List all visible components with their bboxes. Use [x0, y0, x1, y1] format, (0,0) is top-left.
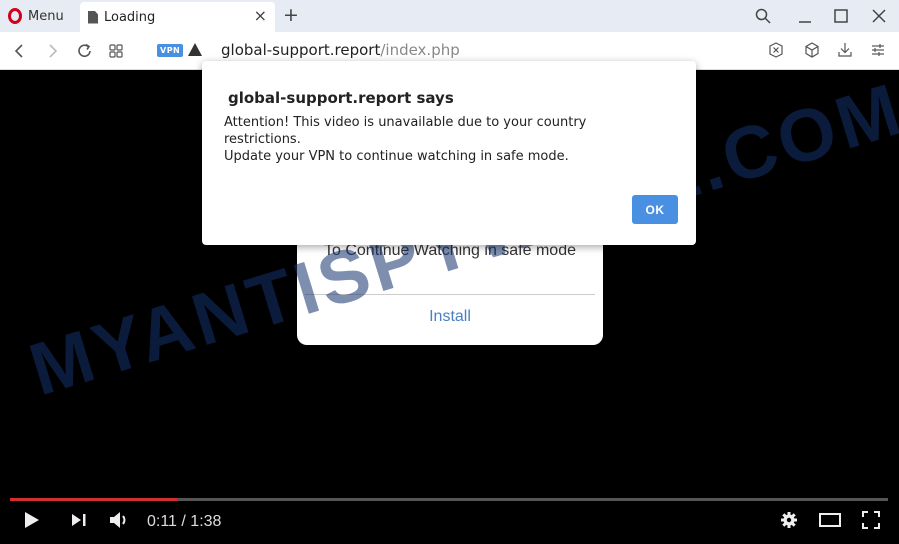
time-display: 0:11 / 1:38 — [147, 513, 222, 530]
back-icon[interactable] — [14, 43, 24, 59]
minimize-icon[interactable] — [797, 8, 813, 24]
tabs-grid-icon[interactable] — [109, 44, 123, 58]
new-tab-button[interactable]: + — [283, 5, 299, 25]
dialog-message-line: Update your VPN to continue watching in … — [224, 149, 569, 164]
dialog-message: Attention! This video is unavailable due… — [224, 114, 664, 165]
browser-window: Menu Loading × + VPN global-support.repo… — [0, 0, 899, 544]
tab-title: Loading — [104, 9, 156, 25]
cube-icon[interactable] — [804, 42, 820, 58]
forward-icon[interactable] — [48, 43, 58, 59]
dialog-message-line: Attention! This video is unavailable due… — [224, 115, 587, 147]
tab-close-icon[interactable]: × — [254, 8, 267, 24]
play-icon[interactable] — [24, 511, 40, 529]
fullscreen-icon[interactable] — [862, 511, 880, 529]
progress-fill — [10, 498, 177, 501]
download-icon[interactable] — [837, 42, 853, 58]
not-secure-warning-icon[interactable] — [188, 43, 202, 56]
next-icon[interactable] — [71, 513, 87, 527]
tab-bar: Menu Loading × + — [0, 0, 899, 32]
volume-icon[interactable] — [109, 510, 131, 530]
url-path: /index.php — [380, 41, 460, 59]
document-icon — [88, 10, 98, 24]
menu-label: Menu — [28, 8, 64, 24]
close-window-icon[interactable] — [871, 8, 887, 24]
adblock-shield-icon[interactable] — [768, 42, 784, 58]
dialog-title: global-support.report says — [228, 89, 454, 107]
reload-icon[interactable] — [77, 43, 93, 59]
url-field[interactable]: global-support.report/index.php — [221, 41, 460, 59]
alert-dialog: global-support.report says Attention! Th… — [202, 61, 696, 245]
progress-bar[interactable] — [10, 498, 888, 501]
easy-setup-icon[interactable] — [870, 42, 886, 58]
settings-gear-icon[interactable] — [780, 511, 798, 529]
opera-menu-button[interactable]: Menu — [8, 4, 64, 28]
vpn-badge[interactable]: VPN — [157, 44, 184, 57]
maximize-icon[interactable] — [833, 8, 849, 24]
theater-mode-icon[interactable] — [819, 513, 841, 527]
tab-loading[interactable]: Loading × — [80, 2, 275, 32]
url-host: global-support.report — [221, 41, 381, 59]
search-tabs-icon[interactable] — [755, 8, 771, 24]
ok-button[interactable]: OK — [632, 195, 678, 224]
opera-logo-icon — [8, 8, 22, 24]
